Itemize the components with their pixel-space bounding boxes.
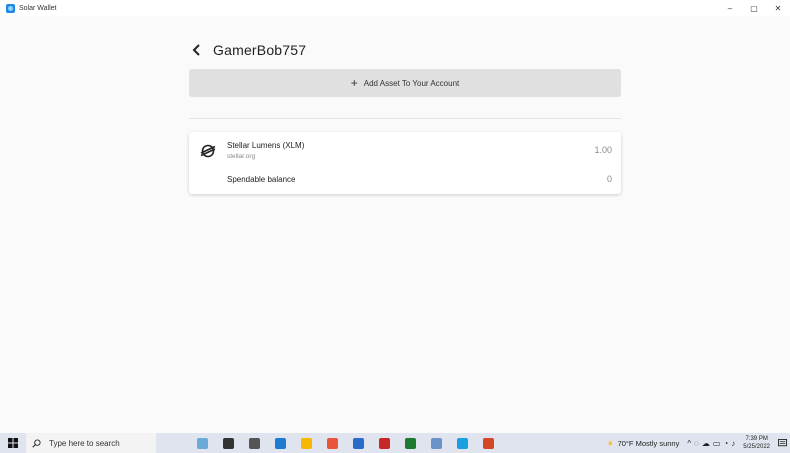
- taskbar-app-icon[interactable]: [296, 433, 316, 453]
- account-header: GamerBob757: [189, 38, 306, 62]
- add-asset-label: Add Asset To Your Account: [363, 78, 460, 88]
- asset-domain: stellar.org: [227, 153, 256, 160]
- asset-card-xlm[interactable]: Stellar Lumens (XLM) stellar.org 1.00 Sp…: [189, 132, 621, 194]
- app-glyph-icon: [222, 437, 234, 449]
- taskbar-app-icon[interactable]: [452, 433, 472, 453]
- taskbar-app-icon[interactable]: [374, 433, 394, 453]
- clock-time: 7:39 PM: [745, 436, 768, 442]
- taskbar-app-icon[interactable]: [348, 433, 368, 453]
- stellar-logo-icon: [200, 144, 216, 158]
- app-glyph-icon: [482, 437, 494, 449]
- account-name: GamerBob757: [213, 42, 307, 58]
- cloud-icon[interactable]: ☁: [702, 439, 710, 448]
- wifi-icon[interactable]: ◔: [723, 439, 728, 448]
- tray-icons: ^ ◌ ☁ ▭ ◔ ♪: [687, 439, 735, 448]
- app-glyph-icon: [352, 437, 364, 449]
- taskbar-app-icon[interactable]: [218, 433, 238, 453]
- taskbar: Type here to search ☀ 70°F Mostly sunny …: [0, 433, 790, 453]
- spendable-balance-value: 0: [606, 174, 612, 184]
- asset-balance: 1.00: [594, 145, 612, 155]
- taskbar-search-box[interactable]: Type here to search: [26, 433, 156, 453]
- network-icon[interactable]: ◌: [694, 439, 699, 448]
- windows-logo-icon: [8, 438, 18, 448]
- taskbar-app-icon[interactable]: [478, 433, 498, 453]
- app-glyph-icon: [378, 437, 390, 449]
- app-glyph-icon: [456, 437, 468, 449]
- notification-icon: [777, 438, 787, 446]
- back-button[interactable]: [189, 40, 205, 60]
- search-placeholder: Type here to search: [49, 438, 120, 448]
- app-glyph-icon: [300, 437, 312, 449]
- plus-icon: +: [350, 76, 358, 90]
- maximize-button[interactable]: ▢: [742, 0, 766, 16]
- taskbar-app-icon[interactable]: [270, 433, 290, 453]
- weather-text: 70°F Mostly sunny: [617, 438, 680, 448]
- taskbar-clock[interactable]: 7:39 PM 5/25/2022: [743, 435, 770, 451]
- taskbar-app-icon[interactable]: [322, 433, 342, 453]
- app-glyph-icon: [274, 437, 286, 449]
- notification-button[interactable]: [776, 433, 788, 453]
- chevron-up-icon[interactable]: ^: [687, 439, 691, 448]
- system-tray: ☀ 70°F Mostly sunny ^ ◌ ☁ ▭ ◔ ♪ 7:39 PM …: [607, 433, 790, 453]
- app-glyph-icon: [248, 437, 260, 449]
- taskbar-app-icon[interactable]: [244, 433, 264, 453]
- taskbar-app-icon[interactable]: [400, 433, 420, 453]
- search-icon: [32, 438, 41, 448]
- clock-date: 5/25/2022: [743, 444, 770, 450]
- taskbar-apps: [186, 433, 498, 453]
- sun-icon: ☀: [606, 438, 614, 448]
- chevron-left-icon: [192, 44, 200, 56]
- start-button[interactable]: [0, 433, 26, 453]
- asset-name: Stellar Lumens (XLM): [227, 141, 305, 150]
- volume-icon[interactable]: ♪: [731, 439, 735, 448]
- solar-wallet-app-icon: [6, 3, 15, 13]
- close-button[interactable]: ✕: [766, 0, 790, 16]
- app-glyph-icon: [404, 437, 416, 449]
- weather-widget[interactable]: ☀ 70°F Mostly sunny: [607, 439, 680, 448]
- window-title: Solar Wallet: [19, 4, 57, 12]
- app-glyph-icon: [196, 437, 208, 449]
- taskbar-app-icon[interactable]: [192, 433, 212, 453]
- app-glyph-icon: [326, 437, 338, 449]
- divider: [189, 118, 621, 119]
- add-asset-button[interactable]: + Add Asset To Your Account: [189, 69, 621, 97]
- spendable-balance-label: Spendable balance: [227, 175, 296, 184]
- battery-icon[interactable]: ▭: [713, 439, 721, 448]
- title-bar: Solar Wallet – ▢ ✕: [0, 0, 790, 16]
- app-glyph-icon: [430, 437, 442, 449]
- minimize-button[interactable]: –: [718, 0, 742, 16]
- taskbar-app-icon[interactable]: [426, 433, 446, 453]
- window-controls: – ▢ ✕: [718, 0, 790, 16]
